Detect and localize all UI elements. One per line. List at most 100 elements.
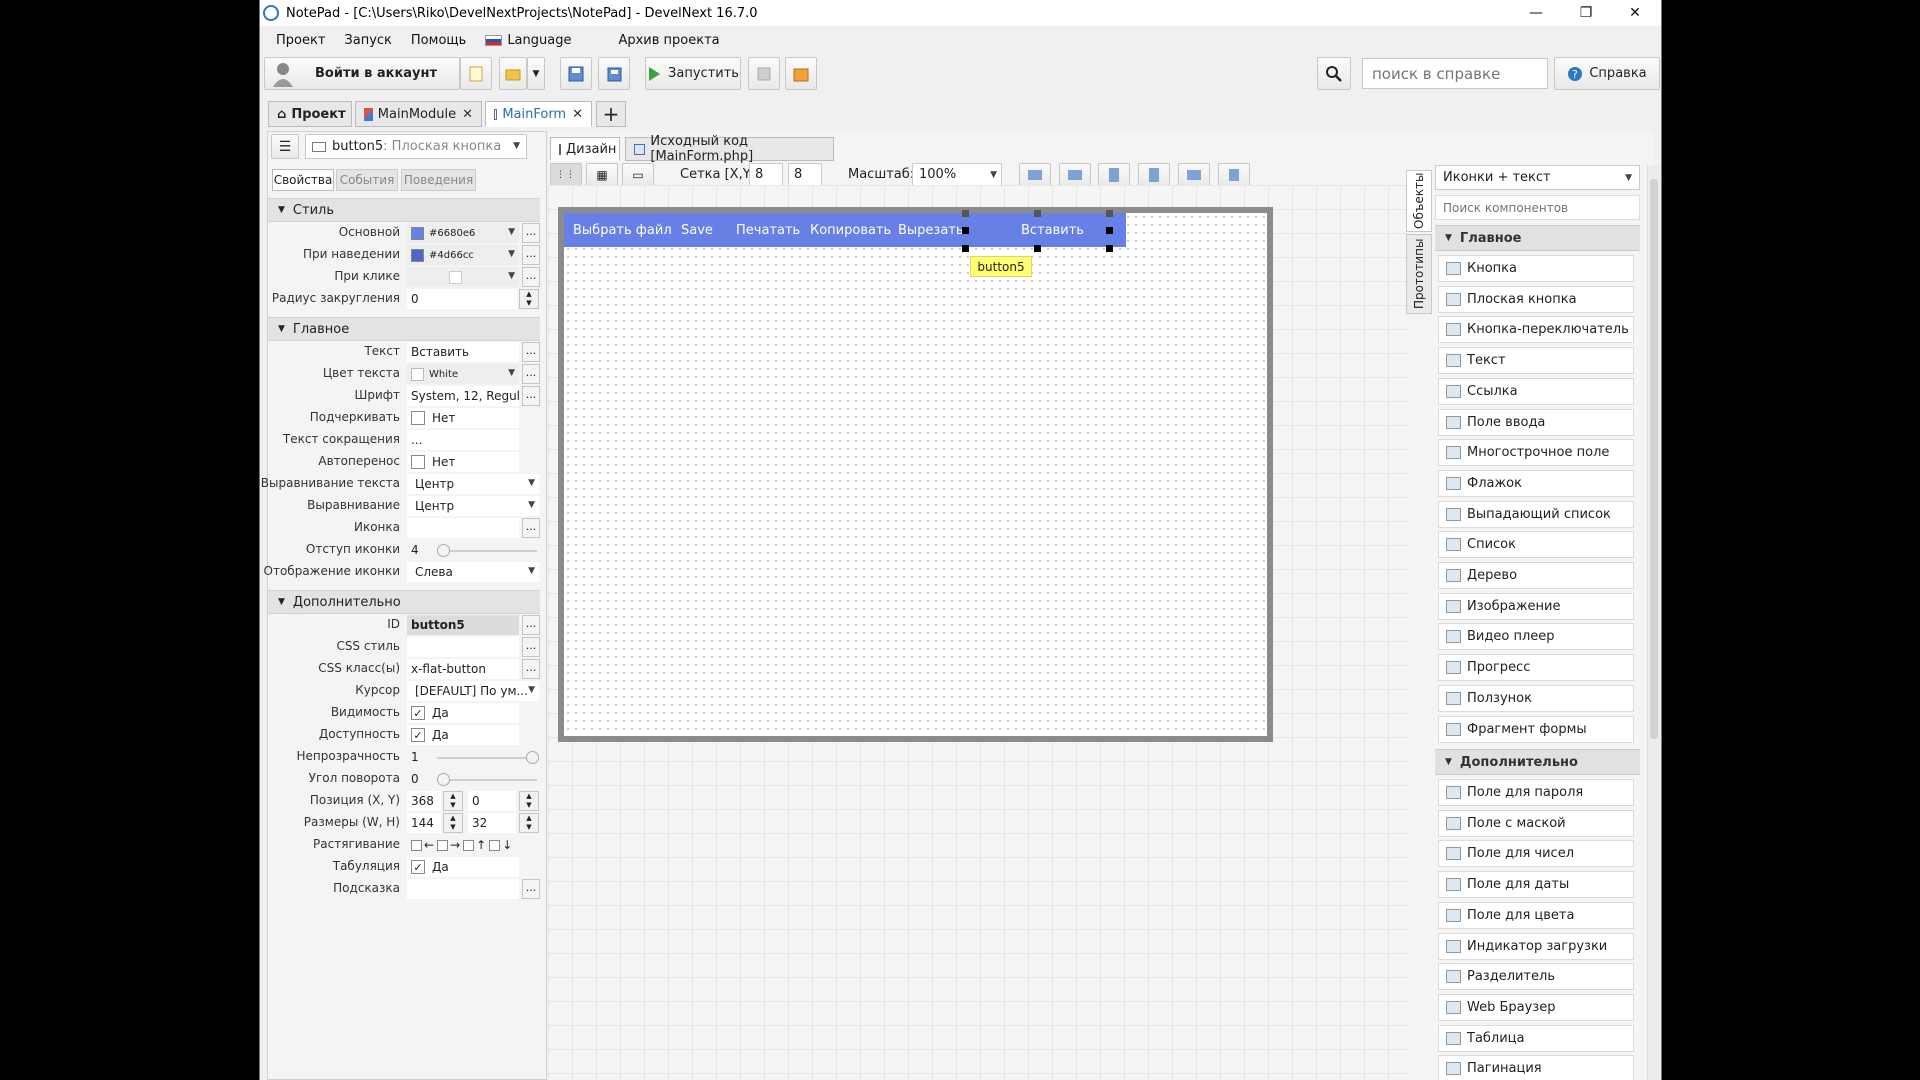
- css-class-more-button[interactable]: ...: [522, 659, 540, 679]
- anchor-top-checkbox[interactable]: [463, 839, 475, 851]
- section-extra[interactable]: ▼ Дополнительно: [268, 590, 540, 614]
- slider-thumb[interactable]: [437, 773, 450, 786]
- tab-design[interactable]: Дизайн: [550, 137, 620, 161]
- palette-main-item[interactable]: Прогресс: [1438, 654, 1634, 682]
- copy-button[interactable]: Копировать: [810, 223, 891, 238]
- css-class-input[interactable]: x-flat-button: [407, 659, 519, 679]
- tab-objects[interactable]: Объекты: [1406, 170, 1432, 232]
- menu-help[interactable]: Помощь: [411, 33, 466, 48]
- alignment-select[interactable]: Центр ▼: [407, 496, 539, 516]
- size-w-spinner[interactable]: ▲ ▼: [443, 813, 463, 833]
- palette-main-item[interactable]: Ссылка: [1438, 377, 1634, 405]
- palette-main-item[interactable]: Текст: [1438, 347, 1634, 375]
- palette-section-extra[interactable]: ▼ Дополнительно: [1435, 749, 1640, 775]
- new-file-button[interactable]: [460, 57, 492, 90]
- align-center-h-button[interactable]: [1178, 163, 1210, 187]
- palette-extra-item[interactable]: Поле для чисел: [1438, 840, 1634, 868]
- tooltip-input[interactable]: [407, 879, 519, 899]
- section-style[interactable]: ▼ Стиль: [268, 198, 540, 222]
- scrollbar-thumb[interactable]: [1650, 179, 1658, 739]
- align-left-button[interactable]: [1019, 163, 1051, 187]
- css-style-more-button[interactable]: ...: [522, 637, 540, 657]
- selection-handle[interactable]: [1034, 245, 1041, 252]
- save-menu-button[interactable]: Save: [681, 223, 713, 238]
- id-more-button[interactable]: ...: [522, 615, 540, 635]
- add-tab-button[interactable]: +: [596, 101, 626, 127]
- scale-select[interactable]: 100% ▼: [912, 163, 1002, 187]
- tooltip-more-button[interactable]: ...: [522, 879, 540, 899]
- font-more-button[interactable]: ...: [522, 386, 540, 406]
- palette-main-item[interactable]: Список: [1438, 531, 1634, 559]
- tab-source-code[interactable]: Исходный код [MainForm.php]: [625, 134, 834, 164]
- component-selector[interactable]: button5 : Плоская кнопка ▼: [305, 134, 527, 159]
- visible-checkbox[interactable]: ✓ Да: [407, 703, 519, 723]
- text-input[interactable]: Вставить: [407, 342, 519, 362]
- palette-main-item[interactable]: Кнопка: [1438, 255, 1634, 282]
- main-color-more-button[interactable]: ...: [522, 223, 540, 243]
- grid-y-input[interactable]: 8: [788, 163, 822, 187]
- tab-behaviours[interactable]: Поведения: [401, 169, 476, 191]
- search-help-button[interactable]: [1317, 57, 1351, 90]
- palette-extra-item[interactable]: Поле для цвета: [1438, 901, 1634, 929]
- align-top-button[interactable]: [1098, 163, 1130, 187]
- save-all-button[interactable]: [598, 57, 630, 90]
- position-x-spinner[interactable]: ▲ ▼: [443, 791, 463, 811]
- palette-main-item[interactable]: Видео плеер: [1438, 623, 1634, 651]
- position-y-input[interactable]: 0: [468, 791, 516, 811]
- ellipsis-input[interactable]: ...: [407, 430, 519, 450]
- position-y-spinner[interactable]: ▲ ▼: [519, 791, 539, 811]
- palette-extra-item[interactable]: Таблица: [1438, 1024, 1634, 1052]
- palette-extra-item[interactable]: Пагинация: [1438, 1055, 1634, 1080]
- text-color-picker[interactable]: White ▼: [407, 364, 519, 384]
- size-w-input[interactable]: 144: [407, 813, 441, 833]
- css-style-input[interactable]: [407, 637, 519, 657]
- text-align-select[interactable]: Центр ▼: [407, 474, 539, 494]
- tab-events[interactable]: События: [336, 169, 398, 191]
- wrap-checkbox[interactable]: Нет: [407, 452, 519, 472]
- menu-run[interactable]: Запуск: [344, 33, 392, 48]
- palette-main-item[interactable]: Многострочное поле: [1438, 439, 1634, 467]
- icon-display-select[interactable]: Слева ▼: [407, 562, 539, 582]
- size-h-spinner[interactable]: ▲ ▼: [519, 813, 539, 833]
- click-color-picker[interactable]: ▼: [407, 267, 519, 287]
- cut-button[interactable]: Вырезать: [898, 223, 964, 238]
- selection-handle[interactable]: [1106, 245, 1113, 252]
- no-grid-toggle[interactable]: ▭: [622, 163, 654, 187]
- dots-grid-toggle[interactable]: ⋮⋮: [550, 163, 582, 187]
- slider-thumb[interactable]: [526, 751, 539, 764]
- print-button[interactable]: Печатать: [736, 223, 800, 238]
- selection-handle[interactable]: [1106, 210, 1113, 217]
- menu-project-archive[interactable]: Архив проекта: [618, 33, 719, 48]
- main-color-picker[interactable]: #6680e6 ▼: [407, 223, 519, 243]
- palette-extra-item[interactable]: Web Браузер: [1438, 993, 1634, 1021]
- login-button[interactable]: Войти в аккаунт: [264, 57, 460, 90]
- main-form[interactable]: Выбрать файл Save Печатать Копировать Вы…: [558, 207, 1273, 742]
- selection-handle[interactable]: [1106, 227, 1113, 234]
- id-input[interactable]: button5: [407, 615, 519, 635]
- anchor-left-checkbox[interactable]: [411, 839, 422, 851]
- hover-color-picker[interactable]: #4d66cc ▼: [407, 245, 519, 265]
- hover-color-more-button[interactable]: ...: [522, 245, 540, 265]
- tabbing-checkbox[interactable]: ✓ Да: [407, 857, 519, 877]
- palette-section-main[interactable]: ▼ Главное: [1435, 225, 1640, 251]
- anchor-bottom-checkbox[interactable]: [489, 839, 501, 851]
- click-color-more-button[interactable]: ...: [522, 267, 540, 287]
- border-radius-spinner[interactable]: ▲ ▼: [519, 289, 539, 309]
- palette-view-select[interactable]: Иконки + текст ▼: [1435, 165, 1640, 190]
- minimize-button[interactable]: —: [1513, 0, 1559, 26]
- palette-extra-item[interactable]: Разделитель: [1438, 963, 1634, 991]
- help-search-input[interactable]: [1362, 58, 1548, 89]
- save-button[interactable]: [560, 57, 592, 90]
- tab-mainmodule[interactable]: MainModule ✕: [355, 101, 482, 127]
- underline-checkbox[interactable]: Нет: [407, 408, 519, 428]
- palette-extra-item[interactable]: Поле для пароля: [1438, 779, 1634, 806]
- selection-handle[interactable]: [962, 210, 969, 217]
- icon-gap-slider[interactable]: 4: [407, 540, 539, 560]
- palette-main-item[interactable]: Изображение: [1438, 592, 1634, 620]
- cursor-select[interactable]: [DEFAULT] По ум... ▼: [407, 681, 539, 701]
- border-radius-input[interactable]: 0: [407, 289, 517, 309]
- palette-extra-item[interactable]: Поле с маской: [1438, 809, 1634, 837]
- font-input[interactable]: System, 12, Regular: [407, 386, 519, 406]
- grid-x-input[interactable]: 8: [749, 163, 783, 187]
- anchors-control[interactable]: ← → ↑ ↓: [407, 835, 537, 855]
